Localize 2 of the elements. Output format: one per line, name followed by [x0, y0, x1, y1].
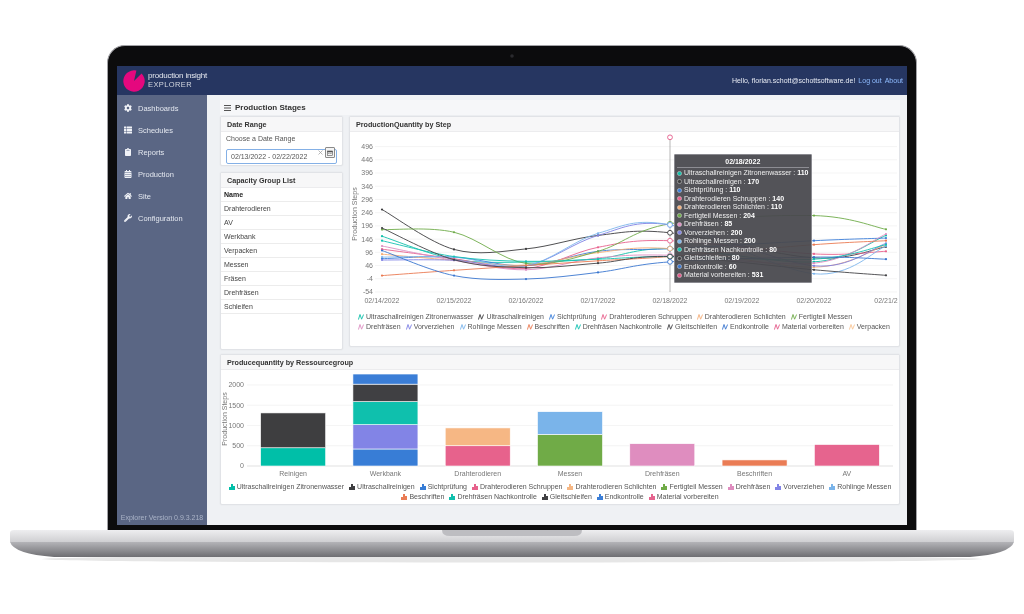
brand-name: production insight [148, 71, 208, 81]
page-title: Production Stages [235, 103, 306, 112]
